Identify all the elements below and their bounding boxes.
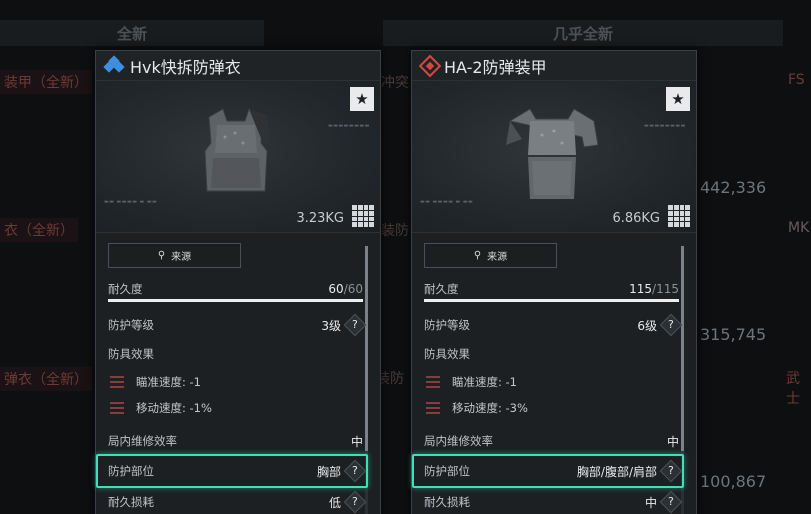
durability-value: 60/60 [328,282,363,296]
scrollbar-thumb[interactable] [681,246,684,451]
effect-item: 瞄准速度: -1 [110,374,201,390]
help-icon[interactable]: ? [659,490,683,514]
protection-zone-row[interactable]: 防护部位 胸部? [108,459,367,483]
favorite-star-button[interactable]: ★ [666,87,690,111]
effects-header: 防具效果 [424,347,470,361]
repair-efficiency-row: 局内维修效率 中 [108,434,363,449]
durability-loss-row: 耐久损耗 中? [424,490,683,514]
item-image-area: ▬▬ ▬▬▬▬ ▬ ▬▬ ▬▬▬▬▬▬▬▬ ★ 3.23KG [96,81,380,233]
bg-item-label[interactable]: 衣（全新） [0,218,78,242]
item-title: Hvk快拆防弹衣 [130,57,241,77]
item-tooltip-card: Hvk快拆防弹衣 ▬▬ ▬▬▬▬ ▬ ▬▬ ▬▬▬▬▬▬▬▬ ★ 3.23KG … [95,50,381,514]
debuff-bars-icon [110,402,124,414]
decor-text: ▬▬▬▬▬▬▬▬ [328,123,370,129]
bg-price: 315,745 [700,325,767,344]
decor-text: ▬▬▬▬▬▬▬▬ [644,123,686,129]
debuff-bars-icon [110,376,124,388]
durability-row: 耐久度 115/115 [424,282,679,296]
effect-item: 移动速度: -3% [426,400,528,416]
help-icon[interactable]: ? [343,490,367,514]
durability-value: 115/115 [629,282,679,296]
source-button[interactable]: ⚲ 来源 [108,243,241,268]
durability-loss-row: 耐久损耗 低? [108,490,367,514]
protection-level-row: 防护等级 3级? [108,313,367,337]
bg-fragment: 冲突 [381,75,409,91]
help-icon[interactable]: ? [343,459,367,483]
help-icon[interactable]: ? [659,459,683,483]
repair-efficiency-row: 局内维修效率 中 [424,434,679,449]
bg-item-label[interactable]: 弹衣（全新） [0,367,92,391]
debuff-bars-icon [426,376,440,388]
durability-bar [424,299,679,302]
item-weight: 6.86KG [612,211,660,226]
bg-price: 100,867 [700,472,767,491]
effects-header: 防具效果 [108,347,154,361]
search-icon: ⚲ [157,250,166,261]
armor-vest-image [204,108,271,192]
source-button[interactable]: ⚲ 来源 [424,243,557,268]
inventory-size-grid-icon [352,205,374,227]
bg-fragment: 装防 [381,223,409,239]
help-icon[interactable]: ? [659,313,683,337]
bg-fragment: MK [788,220,810,236]
card-title-bar: HA-2防弹装甲 [412,51,696,81]
durability-row: 耐久度 60/60 [108,282,363,296]
item-tooltip-card: HA-2防弹装甲 ▬▬ ▬▬▬▬ ▬ ▬▬ ▬▬▬▬▬▬▬▬ ★ 6.86KG … [411,50,697,514]
rarity-diamond-icon [103,54,125,76]
column-header-almost-new: 几乎全新 [383,20,783,46]
bg-fragment: FS [788,72,805,88]
bg-price: 442,336 [700,178,767,197]
protection-level-row: 防护等级 6级? [424,313,683,337]
item-title: HA-2防弹装甲 [444,57,547,77]
search-icon: ⚲ [473,250,482,261]
armor-vest-image [506,108,599,199]
item-image-area: ▬▬ ▬▬▬▬ ▬ ▬▬ ▬▬▬▬▬▬▬▬ ★ 6.86KG [412,81,696,233]
bg-item-label[interactable]: 装甲（全新） [0,70,92,94]
decor-text: ▬▬ ▬▬▬▬ ▬ ▬▬ [104,199,158,205]
durability-bar [108,299,363,302]
protection-zone-row[interactable]: 防护部位 胸部/腹部/肩部? [424,459,683,483]
rarity-diamond-icon [418,54,442,77]
column-header-new: 全新 [0,20,264,46]
item-weight: 3.23KG [296,211,344,226]
help-icon[interactable]: ? [343,313,367,337]
scrollbar-thumb[interactable] [365,246,368,451]
inventory-size-grid-icon [668,205,690,227]
effect-item: 移动速度: -1% [110,400,212,416]
favorite-star-button[interactable]: ★ [350,87,374,111]
debuff-bars-icon [426,402,440,414]
effect-item: 瞄准速度: -1 [426,374,517,390]
bg-fragment: 武士 [786,371,800,407]
decor-text: ▬▬ ▬▬▬▬ ▬ ▬▬ [420,199,474,205]
card-title-bar: Hvk快拆防弹衣 [96,51,380,81]
